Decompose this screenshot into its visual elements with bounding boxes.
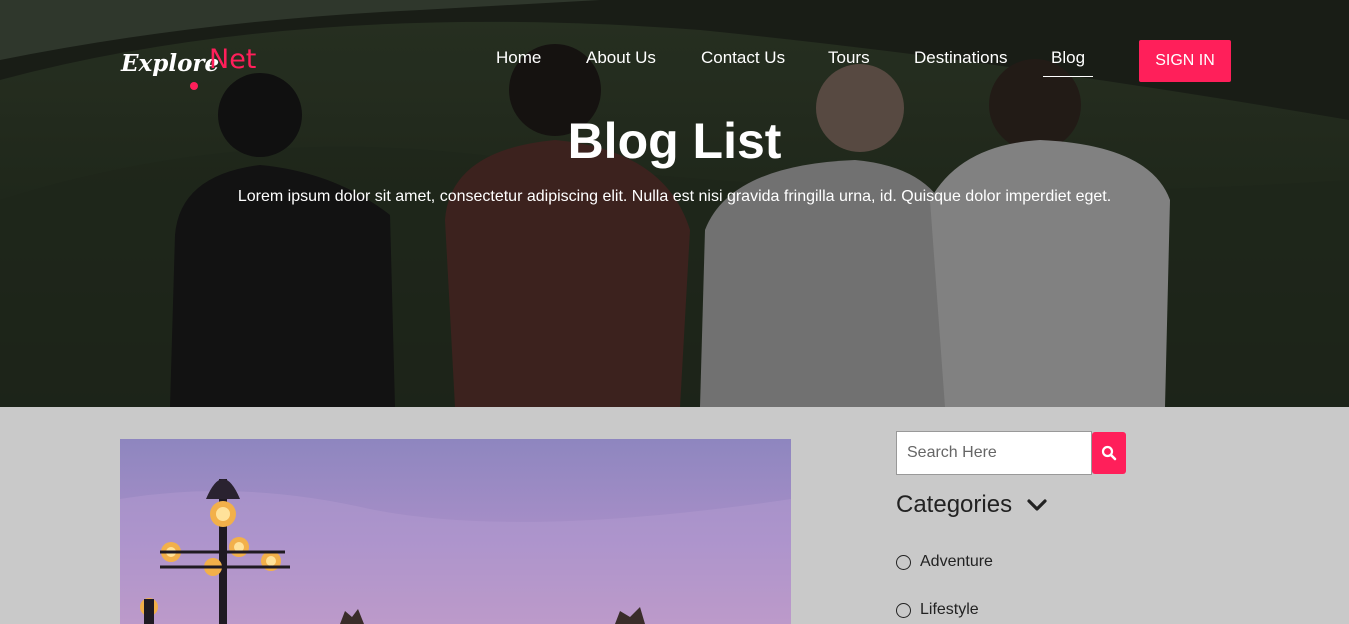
categories-header[interactable]: Categories bbox=[896, 490, 1048, 520]
nav-destinations[interactable]: Destinations bbox=[914, 48, 1008, 68]
nav-contact-us[interactable]: Contact Us bbox=[701, 48, 785, 68]
nav-blog[interactable]: Blog bbox=[1043, 48, 1094, 77]
category-item-adventure[interactable]: Adventure bbox=[896, 553, 993, 571]
street-lamp-image bbox=[120, 479, 791, 624]
blog-post-image[interactable] bbox=[120, 439, 791, 624]
sidebar-search bbox=[896, 431, 1126, 475]
hero-banner: Explore Net Home About Us Contact Us Tou… bbox=[0, 0, 1349, 407]
category-radio[interactable] bbox=[896, 602, 911, 618]
brand-dot bbox=[190, 82, 198, 90]
sign-in-button[interactable]: SIGN IN bbox=[1139, 40, 1231, 82]
search-icon bbox=[1101, 445, 1117, 461]
category-item-lifestyle[interactable]: Lifestyle bbox=[896, 601, 979, 619]
nav-home[interactable]: Home bbox=[496, 48, 541, 68]
category-label: Adventure bbox=[920, 553, 993, 570]
search-button[interactable] bbox=[1092, 432, 1126, 474]
search-input[interactable] bbox=[896, 431, 1092, 475]
nav-tours[interactable]: Tours bbox=[828, 48, 870, 68]
category-radio[interactable] bbox=[896, 554, 911, 570]
page-title: Blog List bbox=[567, 113, 782, 169]
nav-about-us[interactable]: About Us bbox=[586, 48, 656, 68]
hero-subtitle: Lorem ipsum dolor sit amet, consectetur … bbox=[237, 188, 1112, 205]
chevron-down-icon bbox=[1026, 498, 1048, 512]
category-label: Lifestyle bbox=[920, 601, 979, 618]
categories-title: Categories bbox=[896, 491, 1013, 518]
